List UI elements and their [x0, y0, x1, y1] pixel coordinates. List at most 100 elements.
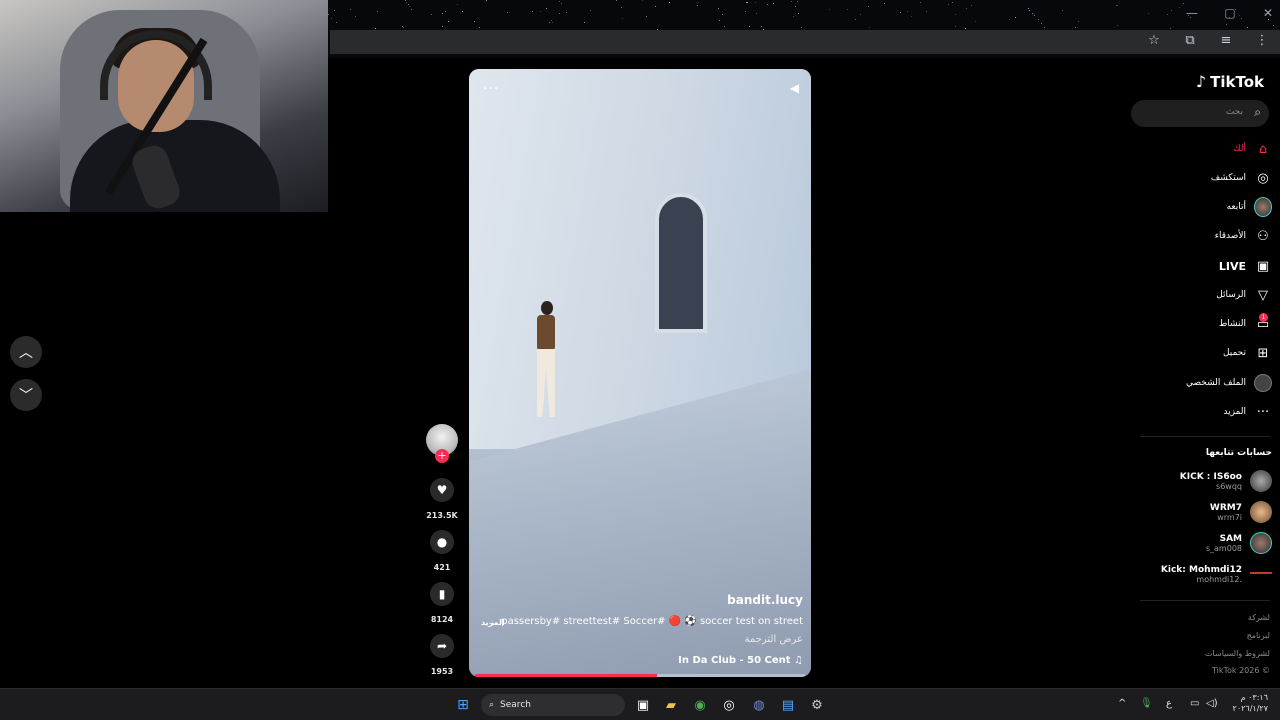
video-progress-bar[interactable]	[475, 674, 805, 677]
star-decoration	[552, 22, 553, 23]
tray-overflow-icon[interactable]: ^	[1118, 698, 1126, 709]
nav-upload[interactable]: تحميل ⊞	[1223, 342, 1272, 364]
star-decoration	[868, 6, 869, 7]
star-decoration	[549, 22, 550, 23]
nav-more[interactable]: المزيد ···	[1223, 401, 1272, 423]
star-decoration	[975, 21, 976, 22]
followed-account[interactable]: WRM7 wrm7i	[1210, 499, 1272, 525]
nav-label: الرسائل	[1216, 290, 1246, 300]
search-input[interactable]: بحث ⌕	[1131, 100, 1269, 127]
media-icon[interactable]: ≡	[1218, 33, 1234, 48]
close-icon[interactable]: ✕	[1262, 6, 1274, 20]
like-button[interactable]: ♥	[430, 478, 454, 502]
comment-icon: ●	[436, 535, 448, 549]
footer-terms-link[interactable]: لشروط والسياسات	[1205, 649, 1270, 658]
nav-live[interactable]: LIVE ▣	[1219, 255, 1272, 277]
star-decoration	[448, 21, 449, 22]
star-decoration	[1116, 5, 1117, 6]
nav-explore[interactable]: استكشف ◎	[1211, 167, 1272, 189]
star-decoration	[749, 26, 750, 27]
star-decoration	[1078, 21, 1079, 22]
nav-label: أتابعه	[1226, 202, 1246, 212]
star-decoration	[798, 13, 799, 14]
nav-activity[interactable]: النشاط ▭ 1	[1219, 313, 1272, 335]
star-decoration	[746, 2, 747, 3]
discord-icon[interactable]: ◍	[750, 696, 768, 714]
extensions-icon[interactable]: ⧉	[1182, 33, 1198, 48]
followed-account[interactable]: KICK : IS6oo s6wqq	[1180, 468, 1272, 494]
video-options-icon[interactable]: ···	[483, 81, 499, 97]
file-explorer-icon[interactable]: ▰	[662, 696, 680, 714]
minimize-icon[interactable]: —	[1186, 6, 1198, 20]
nav-messages[interactable]: الرسائل ▽	[1216, 284, 1272, 306]
video-author[interactable]: bandit.lucy	[727, 593, 803, 607]
star-decoration	[745, 11, 746, 12]
star-decoration	[1117, 5, 1118, 6]
chrome-icon[interactable]: ◉	[691, 696, 709, 714]
share-button[interactable]: ➦	[430, 634, 454, 658]
search-icon[interactable]: ⌕	[1254, 105, 1261, 120]
maximize-icon[interactable]: ▢	[1224, 6, 1236, 20]
star-decoration	[1183, 3, 1184, 4]
next-video-button[interactable]: ﹀	[10, 379, 42, 411]
followed-account[interactable]: SAM s_am008	[1206, 530, 1272, 556]
menu-icon[interactable]: ⋮	[1254, 33, 1270, 48]
star-decoration	[1148, 13, 1149, 14]
volume-icon[interactable]: ◁)	[1206, 698, 1218, 709]
star-decoration	[622, 18, 623, 19]
follow-plus-icon[interactable]: +	[435, 449, 449, 463]
account-avatar	[1250, 572, 1272, 576]
save-button[interactable]: ▮	[430, 582, 454, 606]
star-decoration	[1062, 10, 1063, 11]
comment-count: 421	[433, 563, 451, 572]
star-icon[interactable]: ☆	[1146, 33, 1162, 48]
star-decoration	[855, 19, 856, 20]
language-indicator[interactable]: ع	[1166, 698, 1172, 709]
taskbar-search[interactable]: ⌕ Search	[481, 694, 625, 716]
followed-account[interactable]: Kick: Mohmdi12 mohmdi12.	[1161, 561, 1272, 587]
video-progress-fill	[475, 674, 657, 677]
nav-for-you[interactable]: ألك ⌂	[1233, 138, 1272, 160]
account-handle: wrm7i	[1217, 512, 1242, 522]
network-icon[interactable]: ▭	[1190, 698, 1199, 709]
star-decoration	[442, 13, 443, 14]
star-decoration	[331, 18, 332, 19]
system-clock[interactable]: ٠٣:١٦ م ٢٠٢٦/١/٢٧	[1233, 692, 1268, 714]
star-decoration	[1226, 24, 1227, 25]
nav-following[interactable]: أتابعه	[1227, 196, 1272, 218]
live-icon: ▣	[1256, 258, 1270, 274]
star-decoration	[948, 4, 949, 5]
star-decoration	[546, 8, 547, 9]
video-music[interactable]: In Da Club - 50 Cent ♫	[678, 655, 803, 666]
star-decoration	[540, 11, 541, 12]
taskbar-search-label: Search	[500, 700, 531, 710]
settings-icon[interactable]: ⚙	[808, 696, 826, 714]
address-bar[interactable]	[330, 30, 1280, 54]
star-decoration	[408, 4, 409, 5]
footer-company-link[interactable]: لشركة	[1248, 613, 1270, 622]
footer-copyright: TikTok 2026 ©	[1212, 666, 1270, 675]
star-decoration	[457, 4, 458, 5]
following-accounts-title: حسابات تتابعها	[1205, 448, 1272, 458]
volume-icon[interactable]: ◀	[790, 81, 799, 95]
star-decoration	[900, 12, 901, 13]
previous-video-button[interactable]: ︿	[10, 336, 42, 368]
star-decoration	[1167, 14, 1168, 15]
footer-program-link[interactable]: لبرنامج	[1247, 631, 1270, 640]
task-view-icon[interactable]: ▣	[634, 696, 652, 714]
star-decoration	[1044, 27, 1045, 28]
nav-profile[interactable]: الملف الشخصي	[1186, 372, 1272, 394]
windows-start-icon[interactable]: ⊞	[454, 696, 472, 714]
see-translation-link[interactable]: عرض الترجمة	[745, 634, 803, 645]
obs-icon[interactable]: ◎	[720, 696, 738, 714]
nav-friends[interactable]: الأصدقاء ⚇	[1215, 225, 1272, 247]
star-decoration	[1171, 10, 1172, 11]
video-player[interactable]: ··· ◀ bandit.lucy المزيد ... passersby# …	[469, 69, 811, 677]
star-decoration	[336, 22, 337, 23]
comment-button[interactable]: ●	[430, 530, 454, 554]
microphone-icon[interactable]: 🎙	[1140, 698, 1153, 709]
tiktok-logo[interactable]: ♪ TikTok	[1196, 72, 1264, 91]
nav-label: المزيد	[1223, 407, 1246, 417]
windows-taskbar: ⊞ ⌕ Search ▣ ▰ ◉ ◎ ◍ ▤ ⚙ ^ 🎙 ع ▭ ◁) ٠٣:١…	[0, 688, 1280, 720]
app-icon[interactable]: ▤	[779, 696, 797, 714]
